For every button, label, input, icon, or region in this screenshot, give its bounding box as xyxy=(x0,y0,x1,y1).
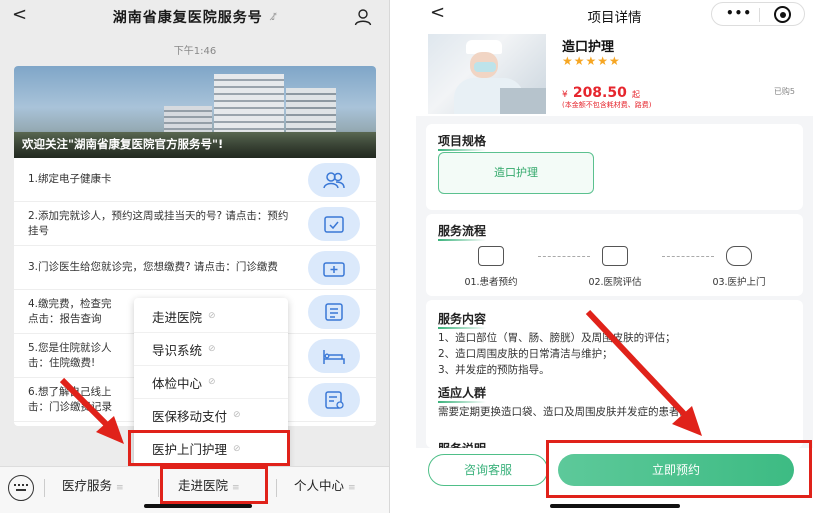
pointer-arrow xyxy=(59,377,124,444)
wechat-official-account-screen: < 湖南省康复医院服务号 ♪̸ 下午1:46 欢迎关注"湖南省康复医院官方服务号… xyxy=(0,0,390,513)
pointer-arrow xyxy=(585,309,702,436)
screenshot-composite: < 湖南省康复医院服务号 ♪̸ 下午1:46 欢迎关注"湖南省康复医院官方服务号… xyxy=(0,0,813,513)
project-detail-screen: < 项目详情 ••• 造口护理 ★★★★★ ¥ 208.50 起 (本金额不包含… xyxy=(416,0,813,513)
